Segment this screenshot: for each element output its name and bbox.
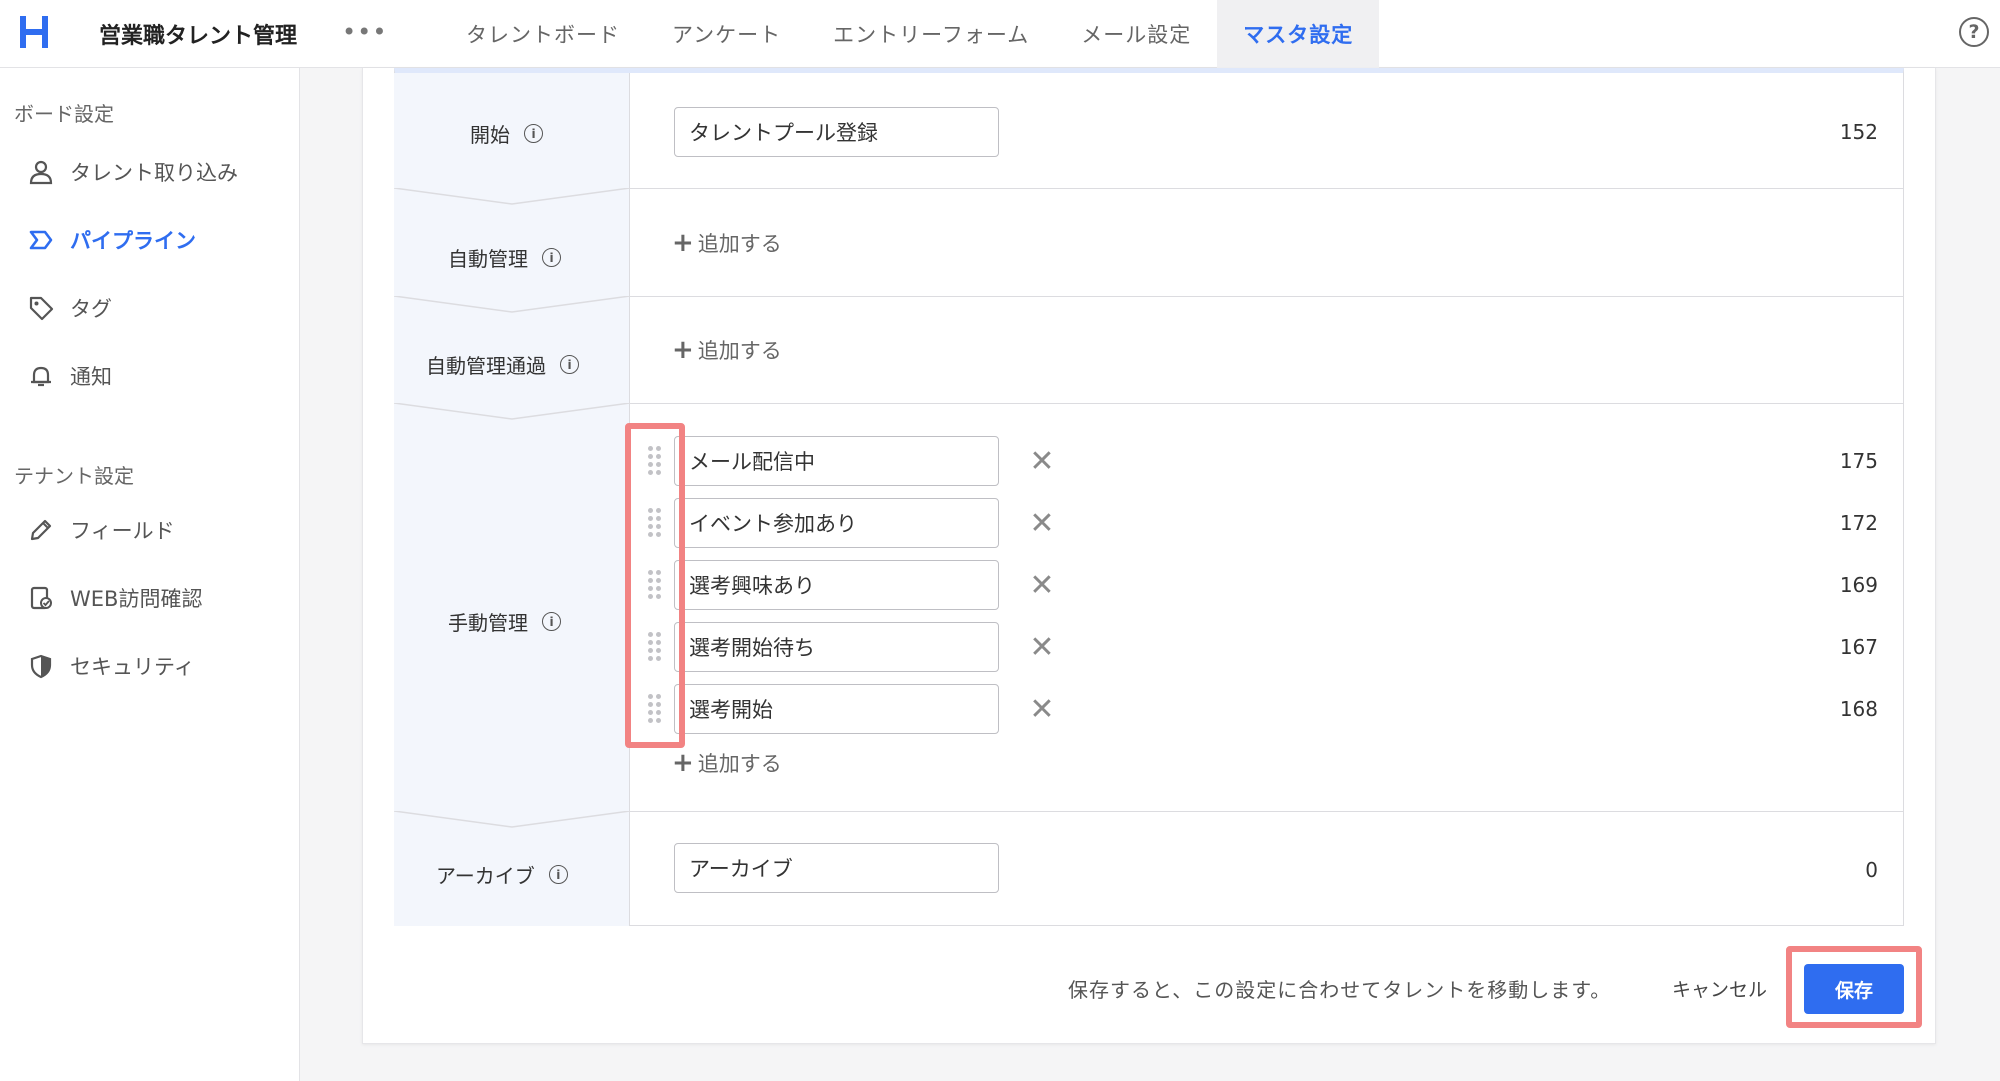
add-label: 追加する	[697, 339, 782, 363]
row-divider	[630, 188, 1904, 189]
stage-chevron	[394, 403, 630, 420]
sidebar-item-tag[interactable]: タグ	[26, 290, 112, 326]
stage-label-archive: アーカイブ i	[436, 860, 568, 889]
pencil-icon	[26, 515, 56, 545]
web-visit-icon	[26, 583, 56, 613]
tab-survey[interactable]: アンケート	[646, 0, 807, 68]
tag-icon	[26, 293, 56, 323]
sidebar-item-pipeline[interactable]: パイプライン	[26, 222, 196, 258]
sidebar: ボード設定 タレント取り込み パイプライン タグ 通知 テナント設定 フィールド	[0, 68, 300, 1081]
help-icon[interactable]: ?	[1959, 17, 1989, 47]
sidebar-item-label: WEB訪問確認	[70, 587, 203, 611]
sidebar-item-label: パイプライン	[70, 229, 196, 253]
info-icon[interactable]: i	[548, 865, 568, 884]
plus-icon: +	[672, 335, 694, 365]
stage-label-start: 開始 i	[470, 119, 543, 148]
sidebar-section-tenant: テナント設定	[14, 464, 134, 488]
info-icon[interactable]: i	[524, 124, 543, 143]
remove-icon[interactable]: ✕	[1027, 568, 1057, 603]
add-label: 追加する	[697, 752, 782, 776]
tab-master-settings[interactable]: マスタ設定	[1217, 0, 1380, 68]
sidebar-item-label: 通知	[70, 365, 112, 389]
save-note: 保存すると、この設定に合わせてタレントを移動します。	[1068, 978, 1612, 1002]
person-icon	[26, 157, 56, 187]
talent-count: 152	[1839, 120, 1878, 144]
stage-label-auto-pass: 自動管理通過 i	[426, 350, 579, 379]
tab-talent-board[interactable]: タレントボード	[440, 0, 646, 68]
info-icon[interactable]: i	[542, 248, 561, 267]
stage-name-field[interactable]: イベント参加あり	[674, 498, 999, 548]
info-icon[interactable]: i	[542, 612, 561, 631]
app-title: 営業職タレント管理	[99, 24, 298, 49]
bell-icon	[26, 361, 56, 391]
add-auto-pass-stage-button[interactable]: + 追加する	[672, 335, 782, 365]
talent-count: 0	[1865, 858, 1878, 882]
tab-mail-settings[interactable]: メール設定	[1055, 0, 1217, 68]
row-divider	[630, 296, 1904, 297]
row-divider	[630, 403, 1904, 404]
sidebar-item-label: セキュリティ	[70, 655, 195, 679]
pipeline-icon	[26, 225, 56, 255]
remove-icon[interactable]: ✕	[1027, 506, 1057, 541]
stage-chevron	[394, 811, 630, 828]
stage-name-field[interactable]: 選考開始待ち	[674, 622, 999, 672]
sidebar-item-security[interactable]: セキュリティ	[26, 648, 195, 684]
shield-icon	[26, 651, 56, 681]
stage-name-field[interactable]: アーカイブ	[674, 843, 999, 893]
save-button[interactable]: 保存	[1804, 964, 1904, 1014]
plus-icon: +	[672, 748, 694, 778]
stage-name-field[interactable]: タレントプール登録	[674, 107, 999, 157]
talent-count: 168	[1839, 697, 1878, 721]
stage-chevron	[394, 296, 630, 313]
talent-count: 175	[1839, 449, 1878, 473]
stage-label-text: 開始	[470, 123, 510, 147]
stage-label-text: 手動管理	[448, 611, 528, 635]
sidebar-item-field[interactable]: フィールド	[26, 512, 175, 548]
more-menu-button[interactable]: •••	[342, 18, 387, 46]
sidebar-item-label: タグ	[70, 297, 112, 321]
sidebar-item-label: フィールド	[70, 519, 175, 543]
remove-icon[interactable]: ✕	[1027, 630, 1057, 665]
row-divider	[630, 811, 1904, 812]
stage-label-text: 自動管理通過	[426, 354, 546, 378]
stage-label-manual: 手動管理 i	[448, 607, 561, 636]
remove-icon[interactable]: ✕	[1027, 444, 1057, 479]
stage-name-field[interactable]: 選考開始	[674, 684, 999, 734]
plus-icon: +	[672, 228, 694, 258]
tab-entry-form[interactable]: エントリーフォーム	[807, 0, 1055, 68]
info-icon[interactable]: i	[560, 355, 579, 374]
talent-count: 169	[1839, 573, 1878, 597]
stage-name-field[interactable]: メール配信中	[674, 436, 999, 486]
talent-count: 172	[1839, 511, 1878, 535]
logo[interactable]	[18, 12, 52, 52]
stage-label-auto: 自動管理 i	[448, 243, 561, 272]
main-tabs: タレントボード アンケート エントリーフォーム メール設定 マスタ設定	[440, 0, 1380, 68]
stage-chevron	[394, 188, 630, 205]
cancel-button[interactable]: キャンセル	[1672, 975, 1767, 1002]
drag-handle-highlight	[625, 423, 685, 748]
stage-label-text: アーカイブ	[436, 864, 535, 888]
add-auto-stage-button[interactable]: + 追加する	[672, 228, 782, 258]
sidebar-item-notification[interactable]: 通知	[26, 358, 112, 394]
sidebar-section-board: ボード設定	[14, 102, 114, 126]
sidebar-item-talent-import[interactable]: タレント取り込み	[26, 154, 238, 190]
stage-label-text: 自動管理	[448, 247, 528, 271]
add-label: 追加する	[697, 232, 782, 256]
sidebar-item-label: タレント取り込み	[70, 161, 238, 185]
stage-name-field[interactable]: 選考興味あり	[674, 560, 999, 610]
add-manual-stage-button[interactable]: + 追加する	[672, 748, 782, 778]
talent-count: 167	[1839, 635, 1878, 659]
remove-icon[interactable]: ✕	[1027, 692, 1057, 727]
top-bar: 営業職タレント管理 ••• タレントボード アンケート エントリーフォーム メー…	[0, 0, 2000, 68]
sidebar-item-web-visit[interactable]: WEB訪問確認	[26, 580, 202, 616]
